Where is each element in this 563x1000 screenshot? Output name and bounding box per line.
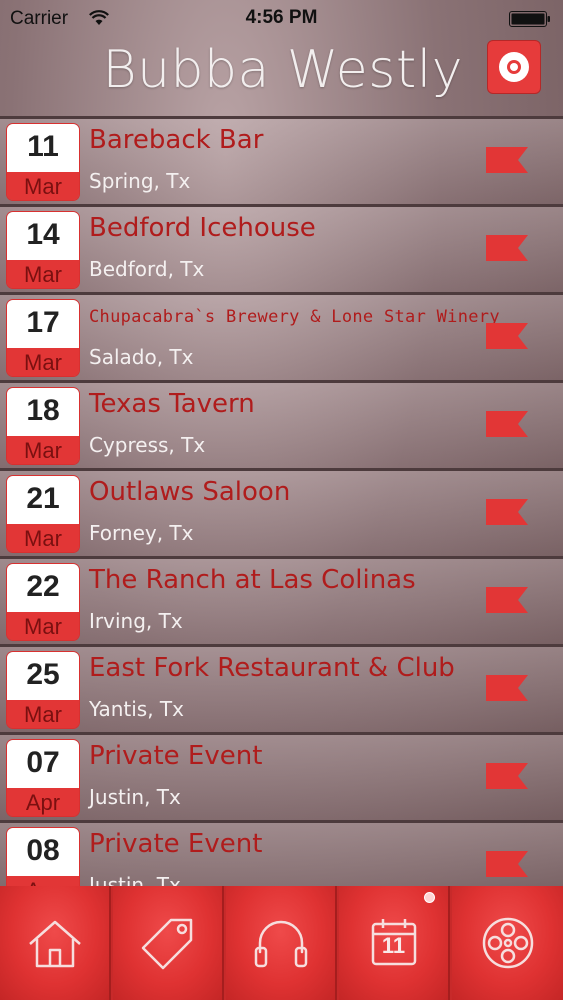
- tab-events[interactable]: 11: [339, 886, 450, 1000]
- tag-icon: [141, 918, 192, 970]
- calendar-day-label: 11: [381, 933, 406, 958]
- event-day: 22: [7, 564, 79, 612]
- tab-merch[interactable]: [113, 886, 224, 1000]
- status-bar: Carrier 4:56 PM: [0, 0, 563, 38]
- event-city: Irving, Tx: [89, 609, 183, 633]
- date-badge: 18 Mar: [6, 387, 80, 465]
- event-month: Mar: [7, 436, 79, 464]
- event-venue: The Ranch at Las Colinas: [89, 565, 416, 595]
- tab-music[interactable]: [226, 886, 337, 1000]
- event-month: Mar: [7, 612, 79, 640]
- date-badge: 07 Apr: [6, 739, 80, 817]
- tab-video[interactable]: [452, 886, 563, 1000]
- date-badge: 25 Mar: [6, 651, 80, 729]
- event-venue: Private Event: [89, 829, 263, 859]
- event-day: 07: [7, 740, 79, 788]
- flag-icon[interactable]: [484, 759, 530, 793]
- tab-home[interactable]: [0, 886, 111, 1000]
- event-city: Forney, Tx: [89, 521, 194, 545]
- home-icon: [28, 920, 81, 968]
- event-venue: Outlaws Saloon: [89, 477, 291, 507]
- event-day: 08: [7, 828, 79, 876]
- app-title: Bubba Westly: [102, 40, 463, 100]
- event-row[interactable]: 22 Mar The Ranch at Las Colinas Irving, …: [0, 556, 563, 644]
- event-row[interactable]: 08 Apr Private Event Justin, Tx: [0, 820, 563, 886]
- film-reel-icon: [482, 917, 533, 969]
- event-day: 17: [7, 300, 79, 348]
- flag-icon[interactable]: [484, 495, 530, 529]
- event-venue: Bedford Icehouse: [89, 213, 316, 243]
- event-row[interactable]: 21 Mar Outlaws Saloon Forney, Tx: [0, 468, 563, 556]
- flag-icon[interactable]: [484, 143, 530, 177]
- event-row[interactable]: 17 Mar Chupacabra`s Brewery & Lone Star …: [0, 292, 563, 380]
- event-row[interactable]: 07 Apr Private Event Justin, Tx: [0, 732, 563, 820]
- event-day: 14: [7, 212, 79, 260]
- date-badge: 08 Apr: [6, 827, 80, 886]
- flag-icon[interactable]: [484, 319, 530, 353]
- flag-icon[interactable]: [484, 671, 530, 705]
- status-time: 4:56 PM: [245, 7, 318, 28]
- event-city: Justin, Tx: [89, 873, 181, 886]
- event-venue: Chupacabra`s Brewery & Lone Star Winery: [89, 307, 500, 327]
- date-badge: 11 Mar: [6, 123, 80, 201]
- event-month: Mar: [7, 524, 79, 552]
- flag-icon[interactable]: [484, 847, 530, 881]
- event-day: 25: [7, 652, 79, 700]
- event-month: Apr: [7, 876, 79, 886]
- event-month: Mar: [7, 172, 79, 200]
- notification-dot: [424, 892, 435, 903]
- event-city: Salado, Tx: [89, 345, 194, 369]
- date-badge: 21 Mar: [6, 475, 80, 553]
- event-venue: East Fork Restaurant & Club: [89, 653, 455, 683]
- flag-icon[interactable]: [484, 231, 530, 265]
- event-row[interactable]: 25 Mar East Fork Restaurant & Club Yanti…: [0, 644, 563, 732]
- event-month: Mar: [7, 260, 79, 288]
- record-button[interactable]: [487, 40, 541, 94]
- date-badge: 17 Mar: [6, 299, 80, 377]
- event-day: 21: [7, 476, 79, 524]
- record-icon: [499, 52, 529, 82]
- event-day: 18: [7, 388, 79, 436]
- flag-icon[interactable]: [484, 583, 530, 617]
- event-day: 11: [7, 124, 79, 172]
- headphones-icon: [254, 920, 307, 968]
- event-month: Apr: [7, 788, 79, 816]
- event-venue: Private Event: [89, 741, 263, 771]
- event-month: Mar: [7, 348, 79, 376]
- event-city: Justin, Tx: [89, 785, 181, 809]
- event-city: Cypress, Tx: [89, 433, 206, 457]
- battery-icon: [509, 11, 550, 27]
- event-city: Yantis, Tx: [89, 697, 184, 721]
- event-city: Spring, Tx: [89, 169, 191, 193]
- event-row[interactable]: 11 Mar Bareback Bar Spring, Tx: [0, 116, 563, 204]
- event-row[interactable]: 14 Mar Bedford Icehouse Bedford, Tx: [0, 204, 563, 292]
- event-city: Bedford, Tx: [89, 257, 205, 281]
- app-header: Bubba Westly: [0, 38, 563, 116]
- event-list[interactable]: 11 Mar Bareback Bar Spring, Tx 14 Mar Be…: [0, 116, 563, 886]
- date-badge: 22 Mar: [6, 563, 80, 641]
- flag-icon[interactable]: [484, 407, 530, 441]
- event-row[interactable]: 18 Mar Texas Tavern Cypress, Tx: [0, 380, 563, 468]
- tab-bar: 11: [0, 886, 563, 1000]
- event-venue: Texas Tavern: [89, 389, 255, 419]
- date-badge: 14 Mar: [6, 211, 80, 289]
- event-venue: Bareback Bar: [89, 125, 264, 155]
- event-month: Mar: [7, 700, 79, 728]
